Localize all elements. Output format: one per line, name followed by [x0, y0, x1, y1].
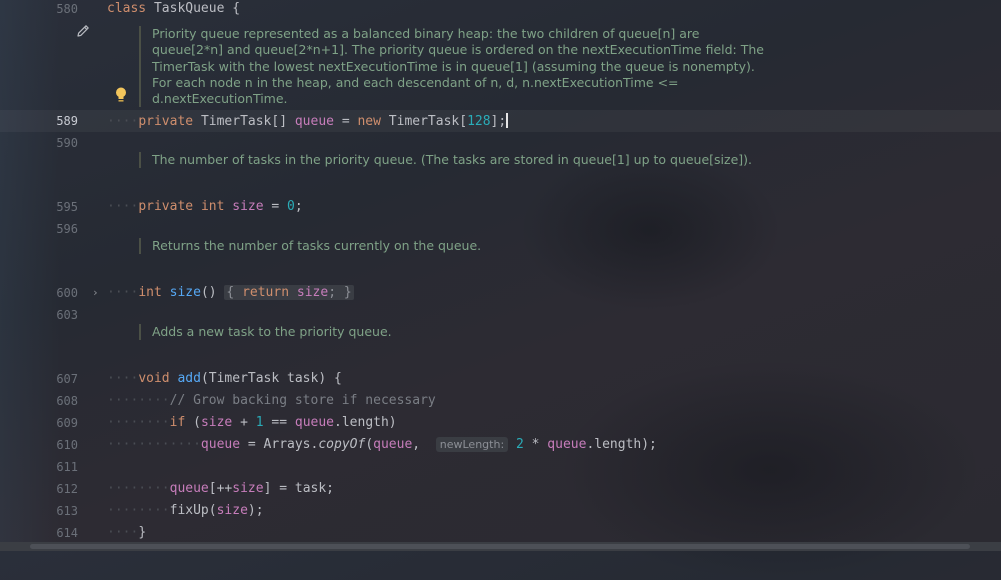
- operator: ==: [263, 415, 295, 430]
- punct: [++: [208, 481, 233, 496]
- punct: (: [365, 437, 374, 452]
- type: TimerTask[: [380, 114, 468, 129]
- line-number: 580: [56, 2, 78, 16]
- code-line-613[interactable]: ········fixUp(size);: [107, 503, 264, 518]
- keyword: if: [169, 415, 186, 430]
- keyword: new: [357, 114, 381, 129]
- code-line-610[interactable]: ············queue = Arrays.copyOf(queue,…: [107, 437, 657, 452]
- field-queue: queue: [294, 114, 334, 129]
- punct: ];: [490, 114, 507, 129]
- line-number: 613: [56, 504, 78, 518]
- pencil-icon[interactable]: [75, 23, 91, 39]
- line-number: 590: [56, 136, 78, 150]
- punct: ;: [294, 199, 303, 214]
- brace: {: [226, 285, 235, 300]
- parameter-hint: newLength:: [435, 437, 509, 452]
- field-size: size: [232, 481, 264, 496]
- field-queue: queue: [547, 437, 587, 452]
- punct: ,: [412, 437, 428, 452]
- line-comment: // Grow backing store if necessary: [169, 393, 436, 408]
- keyword: return: [242, 285, 290, 300]
- method-add: add: [177, 371, 201, 386]
- field-queue: queue: [373, 437, 413, 452]
- doc-comment-adds: Adds a new task to the priority queue.: [139, 324, 472, 341]
- code-line-580: class TaskQueue {: [107, 1, 240, 16]
- operator: *: [523, 437, 548, 452]
- line-number: 603: [56, 308, 78, 322]
- line-number: 612: [56, 482, 78, 496]
- line-number: 600: [56, 286, 78, 300]
- code-line-612[interactable]: ········queue[++size] = task;: [107, 481, 334, 496]
- params: (TimerTask task) {: [200, 371, 342, 386]
- scrollbar-thumb[interactable]: [30, 544, 970, 549]
- field-size: size: [232, 199, 264, 214]
- brace: }: [343, 285, 352, 300]
- doc-comment-heap: Priority queue represented as a balanced…: [139, 26, 764, 108]
- punct: (: [185, 415, 201, 430]
- number: 1: [255, 415, 264, 430]
- folded-region[interactable]: { return size; }: [224, 285, 354, 300]
- line-number: 614: [56, 526, 78, 540]
- line-number: 608: [56, 394, 78, 408]
- horizontal-scrollbar[interactable]: [0, 542, 1001, 551]
- punct: ;: [328, 285, 337, 300]
- text-caret: [506, 113, 508, 128]
- field-queue: queue: [294, 415, 335, 430]
- number: 128: [467, 114, 491, 129]
- number: 0: [287, 199, 295, 214]
- class-name: TaskQueue {: [153, 1, 241, 16]
- call-fixUp: fixUp(: [169, 503, 217, 518]
- method-copyOf: copyOf: [318, 437, 366, 452]
- line-number: 609: [56, 416, 78, 430]
- operator: =: [334, 114, 358, 129]
- type: TimerTask[]: [200, 114, 288, 129]
- field-size: size: [296, 285, 329, 300]
- method-size: size: [169, 285, 201, 300]
- punct: );: [247, 503, 264, 518]
- doc-comment-returns: Returns the number of tasks currently on…: [139, 238, 552, 255]
- line-number: 596: [56, 222, 78, 236]
- line-number: 610: [56, 438, 78, 452]
- expr: = Arrays.: [240, 437, 319, 452]
- field-queue: queue: [169, 481, 209, 496]
- code-line-608[interactable]: ········// Grow backing store if necessa…: [107, 393, 436, 408]
- doc-comment-size: The number of tasks in the priority queu…: [139, 152, 792, 169]
- code-line-589[interactable]: ····private TimerTask[] queue = new Time…: [107, 113, 508, 129]
- lightbulb-icon[interactable]: [114, 86, 128, 104]
- code-line-595[interactable]: ····private int size = 0;: [107, 199, 303, 214]
- line-number: 595: [56, 200, 78, 214]
- line-number: 607: [56, 372, 78, 386]
- keyword: private: [138, 199, 194, 214]
- keyword: class: [107, 1, 147, 16]
- code-line-600[interactable]: ····int size() { return size; }: [107, 285, 354, 300]
- chevron-right-icon[interactable]: ›: [92, 286, 99, 299]
- field-size: size: [200, 415, 233, 430]
- field-queue: queue: [200, 437, 241, 452]
- expr: ] = task;: [263, 481, 335, 496]
- code-line-614[interactable]: ····}: [107, 525, 146, 540]
- punct: .length): [334, 415, 397, 430]
- keyword: void: [138, 371, 170, 386]
- line-number: 611: [56, 460, 78, 474]
- code-line-607[interactable]: ····void add(TimerTask task) {: [107, 371, 342, 386]
- code-line-609[interactable]: ········if (size + 1 == queue.length): [107, 415, 397, 430]
- keyword: int: [200, 199, 225, 214]
- operator: +: [232, 415, 256, 430]
- line-number-current: 589: [56, 114, 78, 128]
- brace: }: [138, 525, 147, 540]
- number: 2: [515, 437, 524, 452]
- operator: =: [263, 199, 288, 214]
- keyword: int: [138, 285, 162, 300]
- punct: .length);: [586, 437, 657, 452]
- punct: (): [200, 285, 217, 300]
- field-size: size: [216, 503, 248, 518]
- keyword: private: [138, 114, 194, 129]
